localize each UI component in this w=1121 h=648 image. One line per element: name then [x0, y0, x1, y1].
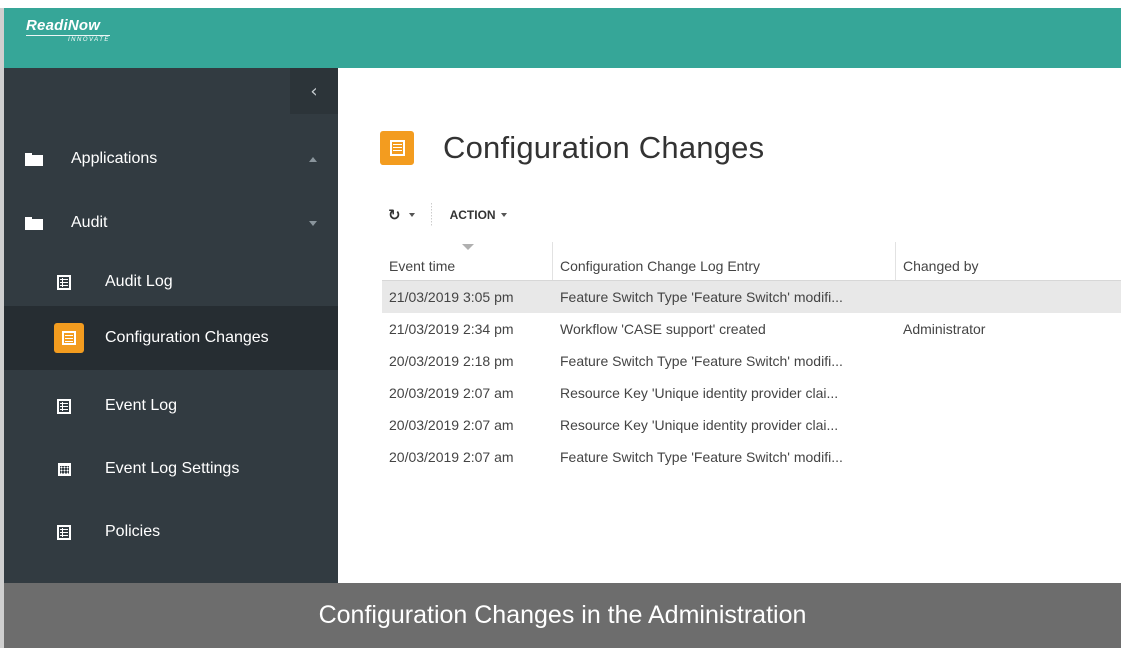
log-entry-cell: Workflow 'CASE support' created [560, 321, 766, 337]
sidebar-item-label: Event Log [105, 397, 178, 414]
caret-down-icon [309, 220, 317, 226]
changed-by-cell: Administrator [903, 321, 986, 337]
log-entry-cell: Resource Key 'Unique identity provider c… [560, 417, 839, 433]
event-time-cell: 20/03/2019 2:18 pm [389, 353, 514, 369]
changed-by-cell [896, 441, 1121, 473]
readinow-logo[interactable]: ReadiNow INNOVATE [26, 18, 110, 44]
event-time-cell: 20/03/2019 2:07 am [389, 385, 514, 401]
sidebar-item-audit-log[interactable]: Audit Log [4, 250, 338, 314]
table-row[interactable]: 21/03/2019 2:34 pm Workflow 'CASE suppor… [382, 313, 1121, 345]
toolbar-divider [430, 203, 432, 227]
sidebar-item-label: Audit [71, 214, 108, 231]
caret-up-icon [309, 156, 317, 162]
refresh-button[interactable]: ↻ [388, 206, 415, 224]
refresh-icon: ↻ [388, 206, 401, 224]
event-time-cell: 21/03/2019 3:05 pm [389, 289, 514, 305]
log-entry-cell: Resource Key 'Unique identity provider c… [560, 385, 839, 401]
page-title: Configuration Changes [443, 130, 765, 165]
logo-text: ReadiNow [26, 17, 101, 34]
changed-by-cell [896, 409, 1121, 441]
toolbar: ↻ ACTION [388, 203, 507, 227]
sort-descending-icon [462, 244, 474, 250]
table-row[interactable]: 20/03/2019 2:07 am Resource Key 'Unique … [382, 377, 1121, 409]
sidebar-item-policies[interactable]: Policies [4, 500, 338, 564]
table-row[interactable]: 21/03/2019 3:05 pm Feature Switch Type '… [382, 281, 1121, 313]
sidebar-item-label: Policies [105, 523, 161, 540]
report-icon [57, 398, 71, 414]
event-time-cell: 20/03/2019 2:07 am [389, 449, 514, 465]
sidebar: ‹ Applications Audit Audit Log Configura… [4, 68, 338, 648]
sidebar-item-label: Configuration Changes [105, 329, 269, 346]
report-icon [57, 524, 71, 540]
folder-icon [25, 216, 43, 230]
chevron-down-icon [500, 213, 507, 217]
report-icon [57, 274, 71, 290]
collapse-sidebar-button[interactable]: ‹ [290, 68, 338, 114]
log-entry-cell: Feature Switch Type 'Feature Switch' mod… [560, 353, 843, 369]
top-header: ReadiNow INNOVATE [4, 8, 1121, 68]
changed-by-cell [896, 345, 1121, 377]
column-label: Event time [389, 258, 456, 274]
sidebar-item-label: Applications [71, 150, 158, 167]
table-header: Event time Configuration Change Log Entr… [382, 242, 1121, 281]
changed-by-cell [896, 377, 1121, 409]
chevron-left-icon: ‹ [310, 80, 318, 102]
sidebar-item-event-log-settings[interactable]: Event Log Settings [4, 437, 338, 501]
column-label: Configuration Change Log Entry [560, 258, 761, 274]
chevron-down-icon [408, 213, 415, 217]
sidebar-item-event-log[interactable]: Event Log [4, 374, 338, 438]
table-row[interactable]: 20/03/2019 2:07 am Feature Switch Type '… [382, 441, 1121, 473]
caption-banner: Configuration Changes in the Administrat… [4, 583, 1121, 648]
app-frame: ReadiNow INNOVATE ‹ Applications Audit A… [0, 8, 1121, 648]
logo-tagline: INNOVATE [68, 37, 110, 43]
sidebar-item-applications[interactable]: Applications [4, 127, 338, 191]
sidebar-item-audit[interactable]: Audit [4, 191, 338, 255]
main-content: Configuration Changes ↻ ACTION Event tim… [338, 68, 1121, 588]
table-row[interactable]: 20/03/2019 2:07 am Resource Key 'Unique … [382, 409, 1121, 441]
config-changes-table: Event time Configuration Change Log Entr… [382, 242, 1121, 473]
column-header-log-entry[interactable]: Configuration Change Log Entry [552, 242, 895, 280]
sidebar-item-label: Event Log Settings [105, 460, 240, 477]
table-row[interactable]: 20/03/2019 2:18 pm Feature Switch Type '… [382, 345, 1121, 377]
column-header-changed-by[interactable]: Changed by [895, 242, 1121, 280]
changed-by-cell [896, 281, 1121, 313]
column-label: Changed by [903, 258, 979, 274]
log-entry-cell: Feature Switch Type 'Feature Switch' mod… [560, 289, 843, 305]
calendar-icon [58, 462, 71, 476]
action-label: ACTION [449, 208, 496, 222]
report-icon [380, 131, 414, 165]
action-menu-button[interactable]: ACTION [450, 208, 507, 222]
report-icon [54, 323, 84, 353]
log-entry-cell: Feature Switch Type 'Feature Switch' mod… [560, 449, 843, 465]
sidebar-item-configuration-changes[interactable]: Configuration Changes [4, 306, 338, 370]
column-header-event-time[interactable]: Event time [382, 242, 552, 280]
sidebar-item-label: Audit Log [105, 273, 173, 290]
event-time-cell: 21/03/2019 2:34 pm [389, 321, 514, 337]
folder-icon [25, 152, 43, 166]
logo-underline [26, 35, 110, 36]
event-time-cell: 20/03/2019 2:07 am [389, 417, 514, 433]
